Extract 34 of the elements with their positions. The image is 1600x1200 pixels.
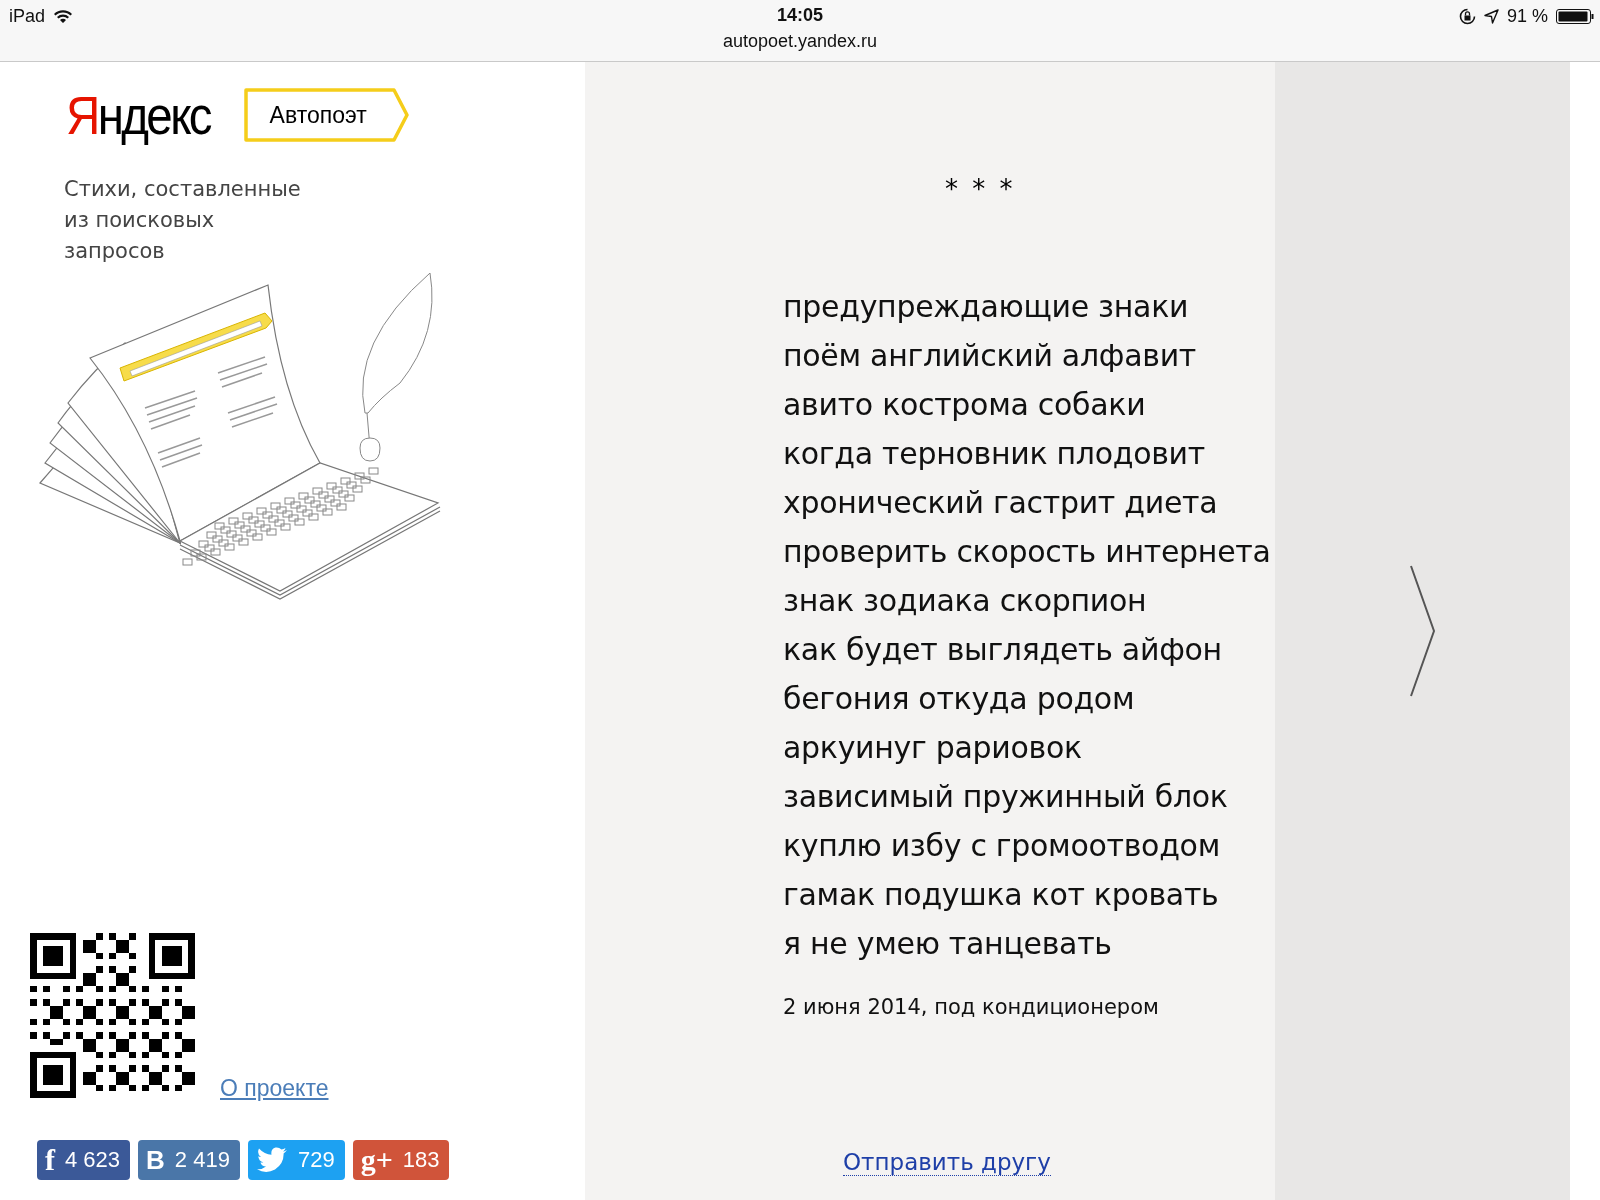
poem-line: хронический гастрит диета [783, 484, 1219, 522]
poem-line: знак зодиака скорпион [783, 582, 1148, 620]
address-bar[interactable]: autopoet.yandex.ru [722, 31, 878, 52]
poem-caption: 2 июня 2014, под кондиционером [783, 995, 1160, 1019]
location-arrow-icon [1483, 8, 1499, 24]
wifi-icon [53, 8, 74, 24]
device-name: iPad [9, 5, 46, 27]
poem-line: как будет выглядеть айфон [783, 631, 1223, 669]
yandex-logo[interactable]: Яндекс [66, 84, 210, 146]
clock: 14:05 [776, 5, 823, 26]
poem-line: гамак подушка кот кровать [783, 876, 1220, 914]
poem-line: я не умею танцевать [783, 925, 1113, 963]
poem-line: проверить скорость интернета [783, 533, 1271, 571]
poem-line: авито кострома собаки [783, 386, 1147, 424]
poem-line: когда терновник плодовит [783, 435, 1206, 473]
battery-icon [1556, 8, 1594, 24]
rotation-lock-icon [1458, 7, 1476, 25]
share-button[interactable]: g+ 183 [352, 1140, 450, 1180]
poem-line: зависимый пружинный блок [783, 778, 1229, 816]
send-to-friend-link[interactable]: Отправить другу [843, 1149, 1051, 1176]
poem-line: предупреждающие знаки [783, 288, 1190, 326]
battery-percent: 91 % [1506, 5, 1548, 27]
poem-line: бегония откуда родом [783, 680, 1136, 718]
share-button[interactable]: В 2 419 [138, 1140, 240, 1180]
bird-icon [255, 1147, 288, 1173]
poem-line: аркуинуг рариовок [783, 729, 1083, 767]
share-button[interactable]: f 4 623 [37, 1140, 131, 1180]
autopoet-badge: Автопоэт [243, 88, 410, 142]
chevron-right-icon[interactable] [1410, 565, 1436, 697]
tagline: Стихи, составленные из поисковых запросов [64, 176, 302, 265]
about-link[interactable]: О проекте [220, 1075, 329, 1102]
poem-line: поём английский алфавит [783, 337, 1197, 375]
poem-title: * * * [945, 174, 1017, 204]
poem-line: куплю избу с громоотводом [783, 827, 1221, 865]
